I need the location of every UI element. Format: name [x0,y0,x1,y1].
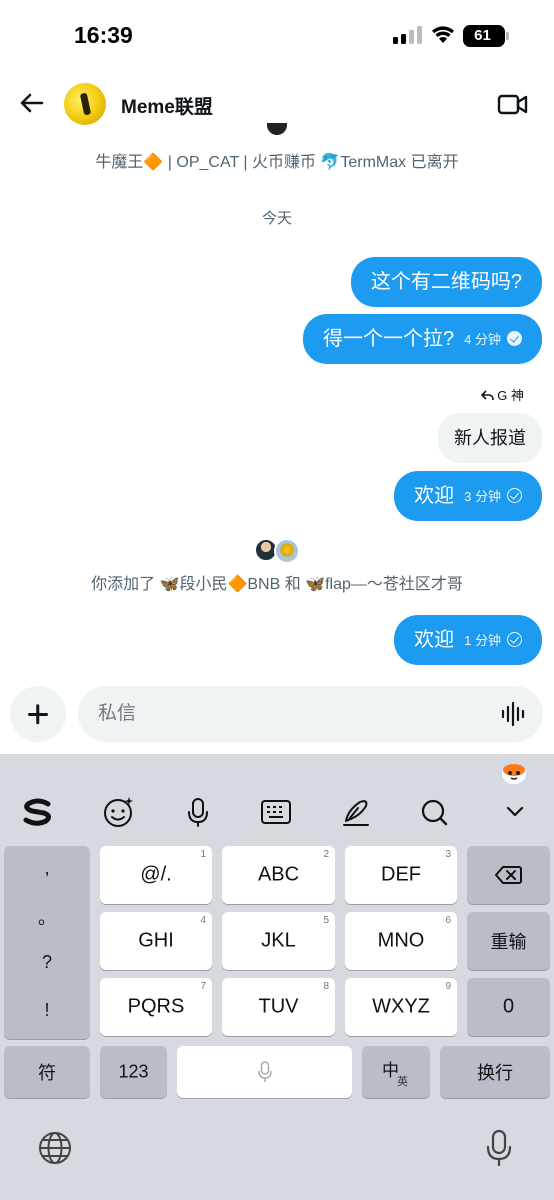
key-1[interactable]: 1 @/. [100,846,212,904]
backspace-icon [495,866,522,884]
status-bar: 16:39 61 [0,0,554,70]
message-bubble[interactable]: 这个有二维码吗? [350,257,542,307]
key-8[interactable]: 8 TUV [222,978,335,1036]
key-4[interactable]: 4 GHI [100,912,212,970]
composer [0,684,554,754]
key-9[interactable]: 9 WXYZ [345,978,457,1036]
microphone-icon[interactable] [180,794,216,830]
key-7[interactable]: 7 PQRS [100,978,212,1036]
key-6[interactable]: 6 MNO [345,912,457,970]
space-key[interactable] [177,1046,352,1098]
punct-key[interactable]: 。 [4,904,90,930]
message-text: 得一个一个拉? [323,328,455,350]
enter-key[interactable]: 换行 [440,1046,550,1098]
sent-check-icon [507,632,522,648]
punctuation-column[interactable]: , 。 ? ! [4,846,90,1039]
key-5[interactable]: 5 JKL [222,912,335,970]
keyboard-toolbar [0,754,554,842]
key-3[interactable]: 3 DEF [345,846,457,904]
reinput-key[interactable]: 重输 [467,912,550,970]
date-separator: 今天 [261,210,292,227]
voice-message-icon[interactable] [500,700,528,728]
reply-label: G 神 [481,385,524,404]
add-media-button[interactable] [10,686,66,742]
message-bubble[interactable]: 欢迎 3 分钟 [394,471,542,521]
message-text: 这个有二维码吗? [370,271,522,293]
battery-icon: 61 [463,25,509,47]
video-call-icon[interactable] [497,91,529,119]
punct-key[interactable]: , [4,858,90,879]
group-avatar[interactable] [64,83,106,125]
reply-quote[interactable]: 新人报道 [438,413,542,463]
numbers-key[interactable]: 123 [100,1046,167,1098]
read-check-icon [507,331,522,347]
wifi-icon [432,26,454,43]
system-message-added: 你添加了 🦋段小民🔶BNB 和 🦋flap—～苍社区才哥 [91,576,463,593]
member-avatar [265,123,289,137]
member-avatar [274,538,300,564]
handwriting-icon[interactable] [338,794,374,830]
signal-icon [393,26,423,44]
message-input[interactable] [78,686,543,742]
message-bubble[interactable]: 欢迎 1 分钟 [394,615,542,665]
sogou-logo-icon[interactable] [20,794,56,830]
key-2[interactable]: 2 ABC [222,846,335,904]
message-text: 欢迎 [414,485,455,507]
message-text: 欢迎 [414,629,455,651]
emoji-icon[interactable] [100,794,136,830]
search-icon[interactable] [416,794,452,830]
keyboard: , 。 ? ! 1 @/. 2 ABC 3 DEF 4 GHI 5 JKL 6 MNO 重输… [0,754,554,1200]
punct-key[interactable]: ? [4,952,90,973]
keyboard-layout-icon[interactable] [258,794,294,830]
system-message-left: 牛魔王🔶 | OP_CAT | 火币赚币 🐬TermMax 已离开 [95,154,459,171]
punct-key[interactable]: ! [4,1000,90,1021]
status-time: 16:39 [74,22,133,48]
message-list[interactable]: 牛魔王🔶 | OP_CAT | 火币赚币 🐬TermMax 已离开 今天 这个有… [0,123,554,685]
message-bubble[interactable]: 得一个一个拉? 4 分钟 [303,314,542,364]
conversation-title[interactable]: Meme联盟 [121,92,213,119]
symbols-key[interactable]: 符 [4,1046,90,1098]
mascot-icon[interactable] [500,760,528,786]
globe-icon[interactable] [37,1130,73,1166]
chevron-down-icon[interactable] [497,794,533,830]
message-time: 4 分钟 [464,331,501,347]
backspace-key[interactable] [467,846,550,904]
zero-key[interactable]: 0 [467,978,550,1036]
message-time: 3 分钟 [464,488,501,504]
message-time: 1 分钟 [464,632,501,648]
space-mic-icon [258,1061,272,1082]
back-arrow-icon[interactable] [16,87,48,119]
dictation-icon[interactable] [484,1128,514,1168]
sent-check-icon [507,488,522,504]
reply-icon [481,390,495,400]
language-switch-key[interactable]: 中 英 [362,1046,430,1098]
